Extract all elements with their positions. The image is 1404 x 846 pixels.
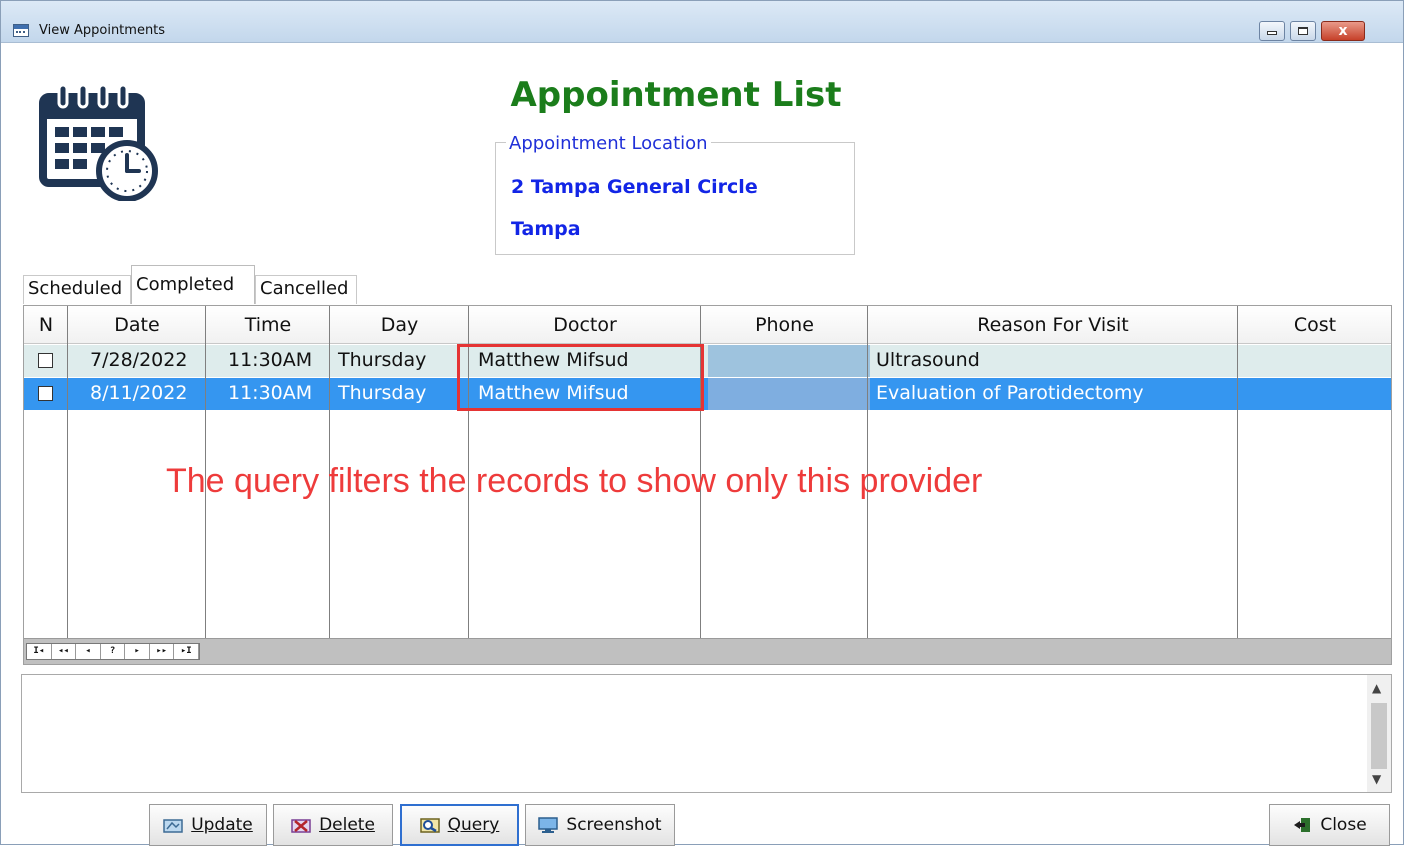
doctor-highlight-box — [457, 344, 704, 411]
prev-page-button[interactable]: ◂◂ — [52, 644, 77, 659]
screenshot-button[interactable]: Screenshot — [525, 804, 675, 846]
location-city: Tampa — [511, 218, 581, 240]
tab-completed[interactable]: Completed — [131, 265, 255, 304]
close-label: Close — [1320, 815, 1367, 835]
delete-icon — [291, 819, 311, 833]
update-label: Update — [191, 815, 253, 835]
screenshot-icon — [538, 817, 559, 833]
query-button[interactable]: Query — [400, 804, 519, 846]
navigator-buttons: I◂ ◂◂ ◂ ? ▸ ▸▸ ▸I — [26, 643, 200, 660]
scroll-up-icon[interactable]: ▲ — [1372, 681, 1381, 695]
close-icon: x — [1338, 23, 1348, 39]
maximize-icon — [1298, 27, 1308, 35]
appointments-window: View Appointments x Appointment List App… — [0, 0, 1404, 846]
location-legend: Appointment Location — [506, 133, 711, 154]
query-label: Query — [447, 815, 500, 835]
next-record-button[interactable]: ▸ — [125, 644, 150, 659]
column-divider — [24, 306, 68, 638]
minimize-icon — [1267, 31, 1277, 35]
delete-button[interactable]: Delete — [273, 804, 393, 846]
calendar-clock-icon — [39, 83, 158, 201]
window-close-button[interactable]: x — [1321, 21, 1365, 41]
grid-navigator: I◂ ◂◂ ◂ ? ▸ ▸▸ ▸I — [24, 638, 1391, 664]
memo-scrollbar[interactable]: ▲ ▼ — [1367, 675, 1391, 792]
maximize-button[interactable] — [1290, 21, 1316, 41]
tab-scheduled[interactable]: Scheduled — [23, 275, 131, 304]
window-title: View Appointments — [39, 23, 166, 38]
first-record-button[interactable]: I◂ — [27, 644, 52, 659]
calendar-app-icon — [13, 24, 29, 37]
page-title: Appointment List — [510, 75, 842, 115]
exit-icon — [1294, 818, 1311, 832]
minimize-button[interactable] — [1259, 21, 1285, 41]
scroll-thumb[interactable] — [1371, 703, 1387, 769]
notes-memo[interactable]: ▲ ▼ — [21, 674, 1392, 793]
annotation-text: The query filters the records to show on… — [166, 462, 983, 500]
last-record-button[interactable]: ▸I — [174, 644, 200, 659]
tab-cancelled[interactable]: Cancelled — [255, 275, 357, 304]
title-bar[interactable]: View Appointments x — [1, 1, 1403, 43]
close-button[interactable]: Close — [1269, 804, 1390, 846]
update-button[interactable]: Update — [149, 804, 267, 846]
next-page-button[interactable]: ▸▸ — [150, 644, 175, 659]
query-icon — [419, 818, 440, 833]
update-icon — [163, 819, 183, 833]
screenshot-label: Screenshot — [566, 815, 662, 835]
location-address: 2 Tampa General Circle — [511, 176, 758, 198]
prev-record-button[interactable]: ◂ — [76, 644, 101, 659]
appointment-location-group: Appointment Location 2 Tampa General Cir… — [495, 133, 855, 255]
scroll-down-icon[interactable]: ▼ — [1372, 772, 1381, 786]
delete-label: Delete — [319, 815, 375, 835]
column-header-cost[interactable]: Cost — [1238, 314, 1391, 336]
help-button[interactable]: ? — [101, 644, 126, 659]
